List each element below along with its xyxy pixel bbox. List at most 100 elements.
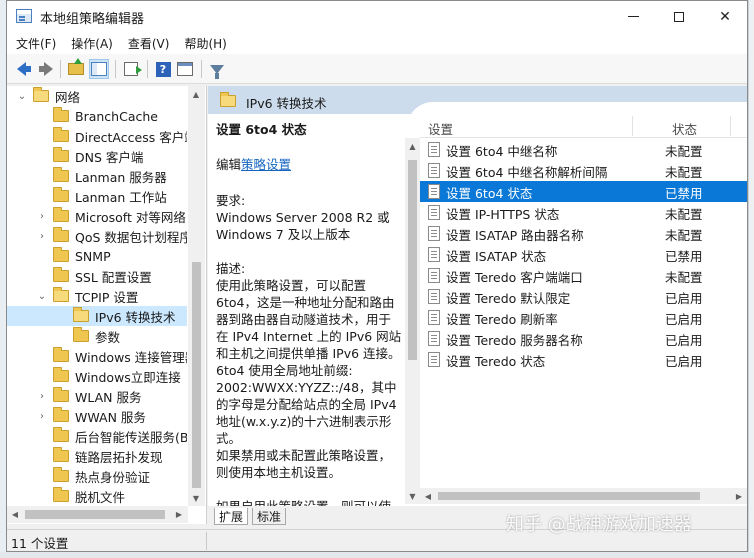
setting-row-selected[interactable]: 设置 6to4 状态 已禁用 <box>420 181 747 202</box>
setting-row[interactable]: 设置 6to4 中继名称解析间隔 未配置 <box>420 160 747 181</box>
list-header: 设置 状态 <box>420 114 747 138</box>
menu-view[interactable]: 查看(V) <box>122 32 176 54</box>
setting-name: 设置 Teredo 服务器名称 <box>446 333 583 348</box>
export-list-icon <box>124 62 142 76</box>
description-scroll-thumb[interactable] <box>408 160 417 360</box>
back-button[interactable] <box>13 59 33 79</box>
edit-policy-line: 编辑策略设置 <box>216 156 291 173</box>
tree-hscroll-thumb[interactable] <box>25 510 165 519</box>
tree-item[interactable]: Windows 连接管理器 <box>7 346 187 366</box>
chevron-right-icon[interactable]: › <box>37 211 47 222</box>
chevron-right-icon[interactable]: › <box>37 391 47 402</box>
menu-file[interactable]: 文件(F) <box>10 32 62 54</box>
tab-extended[interactable]: 扩展 <box>214 508 249 525</box>
setting-name: 设置 ISATAP 路由器名称 <box>446 228 584 243</box>
tree-item-label: TCPIP 设置 <box>75 289 139 305</box>
tree-item[interactable]: › WLAN 服务 <box>7 386 187 406</box>
list-hscroll-thumb[interactable] <box>438 492 700 500</box>
tree-item[interactable]: › QoS 数据包计划程序 <box>7 226 187 246</box>
up-one-level-button[interactable] <box>66 58 86 79</box>
properties-button[interactable] <box>175 59 195 79</box>
setting-row[interactable]: 设置 ISATAP 路由器名称 未配置 <box>420 223 747 244</box>
scroll-down-icon[interactable]: ▼ <box>188 490 204 506</box>
filter-button[interactable] <box>207 59 227 79</box>
tree-item[interactable]: SNMP <box>7 246 187 266</box>
tree-item-tcpip[interactable]: ⌄ TCPIP 设置 <box>7 286 187 306</box>
scroll-up-icon[interactable]: ▲ <box>188 86 204 102</box>
tree-item[interactable]: BranchCache <box>7 106 187 126</box>
scroll-right-icon[interactable]: ▶ <box>171 506 187 522</box>
edit-policy-link[interactable]: 策略设置 <box>241 157 291 172</box>
scroll-down-icon[interactable]: ▼ <box>405 488 420 504</box>
tree-item[interactable]: 后台智能传送服务(BITS) <box>7 426 187 446</box>
tree-item[interactable]: Lanman 服务器 <box>7 166 187 186</box>
setting-row[interactable]: 设置 6to4 中继名称 未配置 <box>420 139 747 160</box>
tree-item[interactable]: Lanman 工作站 <box>7 186 187 206</box>
setting-row[interactable]: 设置 IP-HTTPS 状态 未配置 <box>420 202 747 223</box>
tree-item[interactable]: Windows立即连接 <box>7 366 187 386</box>
setting-row[interactable]: 设置 ISATAP 状态 已禁用 <box>420 244 747 265</box>
chevron-right-icon[interactable]: › <box>37 411 47 422</box>
minimize-button[interactable] <box>610 1 656 32</box>
setting-name: 设置 6to4 中继名称 <box>446 144 558 159</box>
close-button[interactable]: ✕ <box>702 1 747 32</box>
tree-item[interactable]: SSL 配置设置 <box>7 266 187 286</box>
column-header-setting[interactable]: 设置 <box>428 119 453 138</box>
tree-item[interactable]: 链路层拓扑发现 <box>7 446 187 466</box>
tree-item[interactable]: › WWAN 服务 <box>7 406 187 426</box>
tab-standard[interactable]: 标准 <box>252 508 287 525</box>
chevron-down-icon[interactable]: ⌄ <box>17 91 27 102</box>
tree-vertical-scrollbar[interactable]: ▲ ▼ <box>188 86 205 506</box>
scroll-left-icon[interactable]: ◀ <box>7 506 23 522</box>
tree-item[interactable]: 脱机文件 <box>7 486 187 506</box>
scroll-left-icon[interactable]: ◀ <box>420 488 436 504</box>
tree-item-label: SNMP <box>75 248 111 264</box>
tree-item[interactable]: 热点身份验证 <box>7 466 187 486</box>
setting-state: 已禁用 <box>665 186 703 201</box>
setting-row[interactable]: 设置 Teredo 客户端端口 未配置 <box>420 265 747 286</box>
policy-setting-icon <box>428 352 440 367</box>
menu-help[interactable]: 帮助(H) <box>178 32 232 54</box>
tree-item-network[interactable]: ⌄ 网络 <box>7 86 187 106</box>
setting-name: 设置 Teredo 状态 <box>446 354 546 369</box>
maximize-button[interactable] <box>656 1 702 32</box>
setting-row[interactable]: 设置 Teredo 状态 已启用 <box>420 349 747 370</box>
close-icon: ✕ <box>719 8 731 25</box>
navigation-tree[interactable]: ⌄ 网络 BranchCache DirectAccess 客户端 DNS 客户… <box>7 86 207 524</box>
column-divider[interactable] <box>730 116 731 136</box>
forward-button[interactable] <box>35 59 55 79</box>
setting-state: 已启用 <box>665 291 703 306</box>
tree-item-label: DirectAccess 客户端 <box>75 129 187 145</box>
title-bar[interactable]: 本地组策略编辑器 ✕ <box>7 1 747 32</box>
menu-action[interactable]: 操作(A) <box>65 32 119 54</box>
tree-item-label: WLAN 服务 <box>75 389 142 405</box>
folder-icon <box>53 407 69 422</box>
show-hide-tree-button[interactable] <box>89 59 109 79</box>
tree-scroll-thumb[interactable] <box>192 262 201 488</box>
tree-item[interactable]: DirectAccess 客户端 <box>7 126 187 146</box>
tree-item[interactable]: 参数 <box>7 326 187 346</box>
tree-item-ipv6-transition[interactable]: IPv6 转换技术 <box>7 306 187 326</box>
minimize-icon <box>627 16 639 17</box>
scroll-right-icon[interactable]: ▶ <box>731 488 747 504</box>
settings-list[interactable]: 设置 状态 设置 6to4 中继名称 未配置 设置 6to4 中继名称解析间隔 未配… <box>420 114 747 504</box>
requirements-text: Windows Server 2008 R2 或 Windows 7 及以上版本 <box>216 210 390 242</box>
export-list-button[interactable] <box>121 59 142 79</box>
scroll-up-icon[interactable]: ▲ <box>405 138 420 154</box>
column-divider[interactable] <box>632 116 633 136</box>
toolbar-separator <box>115 60 116 78</box>
tree-item[interactable]: › Microsoft 对等网络 <box>7 206 187 226</box>
tree-item[interactable]: DNS 客户端 <box>7 146 187 166</box>
chevron-right-icon[interactable]: › <box>37 231 47 242</box>
chevron-down-icon[interactable]: ⌄ <box>37 291 47 302</box>
column-header-state[interactable]: 状态 <box>672 119 697 138</box>
window-title: 本地组策略编辑器 <box>40 12 145 27</box>
tree-horizontal-scrollbar[interactable]: ◀ ▶ <box>7 506 188 523</box>
setting-row[interactable]: 设置 Teredo 刷新率 已启用 <box>420 307 747 328</box>
list-horizontal-scrollbar[interactable]: ◀ ▶ <box>420 488 747 504</box>
setting-row[interactable]: 设置 Teredo 默认限定 已启用 <box>420 286 747 307</box>
setting-row[interactable]: 设置 Teredo 服务器名称 已启用 <box>420 328 747 349</box>
description-scrollbar[interactable]: ▲ ▼ <box>405 138 420 504</box>
setting-state: 未配置 <box>665 165 703 180</box>
help-button[interactable]: ? <box>153 59 173 79</box>
